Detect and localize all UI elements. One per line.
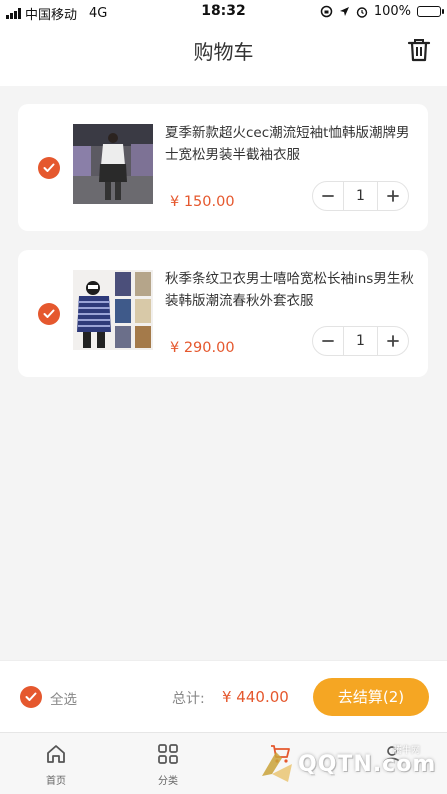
category-grid-icon: [158, 744, 178, 764]
checkmark-icon: [43, 163, 55, 172]
battery-icon: [417, 6, 444, 17]
checkout-button[interactable]: 去结算(2): [313, 678, 429, 716]
tab-category[interactable]: 分类: [138, 743, 198, 787]
cart-item: 秋季条纹卫衣男士嘻哈宽松长袖ins男生秋装韩版潮流春秋外套衣服 ¥ 290.00…: [18, 250, 428, 377]
lock-rotation-icon: [320, 5, 333, 18]
tab-category-label: 分类: [158, 776, 178, 787]
quantity-value[interactable]: 1: [343, 182, 378, 210]
product-image[interactable]: [73, 270, 153, 350]
minus-icon: [322, 340, 334, 342]
status-bar: 中国移动 4G 18:32 100%: [0, 0, 447, 24]
watermark-site: 腾牛网: [393, 746, 421, 756]
quantity-stepper: 1: [312, 181, 409, 211]
page-title: 购物车: [193, 40, 254, 64]
cart-item: 夏季新款超火cec潮流短袖t恤韩版潮牌男士宽松男装半截袖衣服 ¥ 150.00 …: [18, 104, 428, 231]
product-price: ¥ 290.00: [170, 340, 235, 356]
product-image[interactable]: [73, 124, 153, 204]
product-title[interactable]: 夏季新款超火cec潮流短袖t恤韩版潮牌男士宽松男装半截袖衣服: [165, 122, 415, 166]
total-label: 总计:: [172, 691, 205, 707]
tab-home-label: 首页: [46, 776, 66, 787]
alarm-icon: [356, 6, 368, 18]
decrease-button[interactable]: [313, 182, 343, 210]
delete-button[interactable]: [405, 36, 433, 64]
plus-icon: [387, 335, 399, 347]
checkout-bar: 全选 总计: ¥ 440.00 去结算(2): [0, 660, 447, 732]
plus-icon: [387, 190, 399, 202]
nav-bar: 购物车: [0, 24, 447, 86]
home-icon: [47, 745, 65, 763]
checkmark-icon: [43, 309, 55, 318]
quantity-stepper: 1: [312, 326, 409, 356]
watermark-logo: QQTN.com 腾牛网: [258, 742, 447, 794]
product-price: ¥ 150.00: [170, 194, 235, 210]
minus-icon: [322, 195, 334, 197]
item-checkbox[interactable]: [38, 157, 60, 179]
decrease-button[interactable]: [313, 327, 343, 355]
increase-button[interactable]: [378, 182, 408, 210]
location-arrow-icon: [339, 7, 349, 16]
total-amount: ¥ 440.00: [222, 688, 289, 706]
quantity-value[interactable]: 1: [343, 327, 378, 355]
checkmark-icon: [25, 692, 37, 701]
product-title[interactable]: 秋季条纹卫衣男士嘻哈宽松长袖ins男生秋装韩版潮流春秋外套衣服: [165, 268, 415, 312]
increase-button[interactable]: [378, 327, 408, 355]
tab-home[interactable]: 首页: [26, 743, 86, 787]
item-checkbox[interactable]: [38, 303, 60, 325]
select-all-label[interactable]: 全选: [50, 688, 77, 708]
qqtn-logo-icon: [262, 752, 292, 782]
status-right: 100%: [320, 4, 444, 19]
trash-icon: [407, 39, 431, 62]
select-all-checkbox[interactable]: [20, 686, 42, 708]
battery-percent: 100%: [373, 4, 411, 19]
